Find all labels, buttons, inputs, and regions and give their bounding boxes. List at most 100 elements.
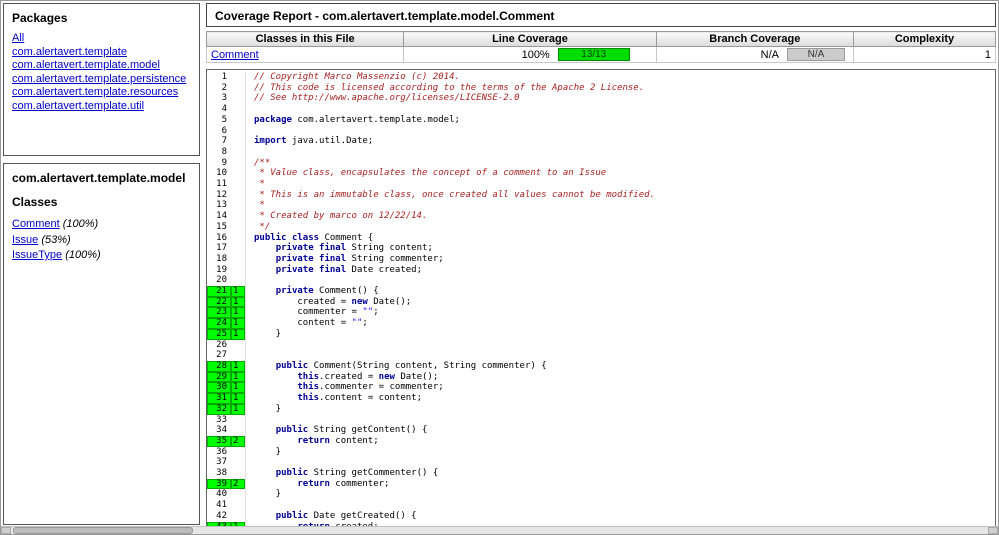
line-coverage-pct: 100% (408, 49, 557, 61)
line-code: this.content = content; (246, 393, 422, 404)
source-line: 211 private Comment() { (207, 286, 995, 297)
line-code: * (246, 179, 265, 190)
package-link[interactable]: All (12, 32, 24, 44)
line-number: 41 (207, 500, 231, 511)
line-hits: 1 (231, 297, 246, 308)
package-link[interactable]: com.alertavert.template.model (12, 59, 160, 71)
branch-coverage-bar: N/A (787, 48, 845, 61)
source-line: 18 private final String commenter; (207, 254, 995, 265)
package-list-item: com.alertavert.template.persistence (12, 73, 191, 87)
class-link[interactable]: Comment (12, 218, 60, 230)
line-hits (231, 457, 246, 468)
horizontal-scrollbar[interactable] (1, 526, 998, 534)
line-hits (231, 489, 246, 500)
source-line: 14 * Created by marco on 12/22/14. (207, 211, 995, 222)
source-line: 27 (207, 350, 995, 361)
package-link[interactable]: com.alertavert.template.util (12, 100, 144, 112)
line-number: 40 (207, 489, 231, 500)
line-code: commenter = ""; (246, 307, 379, 318)
source-line: 38 public String getCommenter() { (207, 468, 995, 479)
summary-table: Classes in this File Line Coverage Branc… (206, 31, 996, 63)
header-branch-coverage: Branch Coverage (656, 32, 853, 47)
line-hits (231, 425, 246, 436)
source-line: 36 } (207, 447, 995, 458)
line-hits (231, 115, 246, 126)
package-link[interactable]: com.alertavert.template.persistence (12, 73, 186, 85)
header-classes-in-file: Classes in this File (207, 32, 404, 47)
line-hits: 1 (231, 286, 246, 297)
source-code-panel: 1 // Copyright Marco Massenzio (c) 2014. 2… (206, 69, 996, 527)
line-code: * (246, 200, 265, 211)
line-hits (231, 350, 246, 361)
line-number: 10 (207, 168, 231, 179)
line-code: this.created = new Date(); (246, 372, 438, 383)
line-hits: 2 (231, 479, 246, 490)
scroll-right-button[interactable] (988, 527, 998, 534)
package-list-item: com.alertavert.template.resources (12, 86, 191, 100)
packages-list: Allcom.alertavert.templatecom.alertavert… (12, 32, 191, 113)
line-number: 29 (207, 372, 231, 383)
line-hits (231, 243, 246, 254)
line-number: 1 (207, 72, 231, 83)
coverage-report-page: { "sidebar": { "packages": { "title": "P… (0, 0, 999, 535)
line-code (246, 350, 254, 361)
source-line: 221 created = new Date(); (207, 297, 995, 308)
class-file-link[interactable]: Comment (211, 49, 259, 61)
source-line: 241 content = ""; (207, 318, 995, 329)
line-number: 11 (207, 179, 231, 190)
line-number: 23 (207, 307, 231, 318)
line-code: return content; (246, 436, 379, 447)
line-number: 26 (207, 340, 231, 351)
line-code: // This code is licensed according to th… (246, 83, 644, 94)
line-hits (231, 168, 246, 179)
class-list-item: Comment (100%) (12, 217, 191, 233)
line-code: // Copyright Marco Massenzio (c) 2014. (246, 72, 460, 83)
line-hits: 1 (231, 329, 246, 340)
line-number: 42 (207, 511, 231, 522)
line-code: private final Date created; (246, 265, 422, 276)
line-number: 17 (207, 243, 231, 254)
class-coverage-pct: (53%) (38, 234, 70, 246)
source-line: 301 this.commenter = commenter; (207, 382, 995, 393)
line-code: private final String commenter; (246, 254, 444, 265)
line-code (246, 147, 254, 158)
line-code: // See http://www.apache.org/licenses/LI… (246, 93, 520, 104)
package-detail-title: com.alertavert.template.model (12, 171, 191, 185)
source-line: 392 return commenter; (207, 479, 995, 490)
scrollbar-track[interactable] (193, 527, 988, 534)
source-line: 9/** (207, 158, 995, 169)
line-code: return commenter; (246, 479, 389, 490)
source-line: 15 */ (207, 222, 995, 233)
line-hits (231, 447, 246, 458)
source-line: 5package com.alertavert.template.model; (207, 115, 995, 126)
line-hits (231, 190, 246, 201)
line-number: 31 (207, 393, 231, 404)
line-code: private final String content; (246, 243, 433, 254)
line-hits (231, 158, 246, 169)
package-link[interactable]: com.alertavert.template (12, 46, 127, 58)
line-number: 8 (207, 147, 231, 158)
line-code: /** (246, 158, 270, 169)
scrollbar-thumb[interactable] (13, 527, 193, 534)
source-line: 352 return content; (207, 436, 995, 447)
line-hits: 1 (231, 361, 246, 372)
line-hits (231, 83, 246, 94)
line-code: content = ""; (246, 318, 368, 329)
summary-table-row: Comment 100% 13/13 N/A N/A (207, 47, 996, 63)
report-layout: Packages Allcom.alertavert.templatecom.a… (1, 1, 998, 527)
line-hits: 1 (231, 393, 246, 404)
source-lines: 1 // Copyright Marco Massenzio (c) 2014. 2… (207, 72, 995, 527)
line-hits (231, 93, 246, 104)
page-title: Coverage Report - com.alertavert.templat… (206, 3, 996, 27)
source-line: 311 this.content = content; (207, 393, 995, 404)
package-link[interactable]: com.alertavert.template.resources (12, 86, 178, 98)
source-line: 3// See http://www.apache.org/licenses/L… (207, 93, 995, 104)
scroll-left-button[interactable] (1, 527, 11, 534)
line-number: 38 (207, 468, 231, 479)
class-link[interactable]: IssueType (12, 249, 62, 261)
line-code (246, 457, 254, 468)
line-number: 28 (207, 361, 231, 372)
line-hits (231, 179, 246, 190)
class-link[interactable]: Issue (12, 234, 38, 246)
source-line: 20 (207, 275, 995, 286)
